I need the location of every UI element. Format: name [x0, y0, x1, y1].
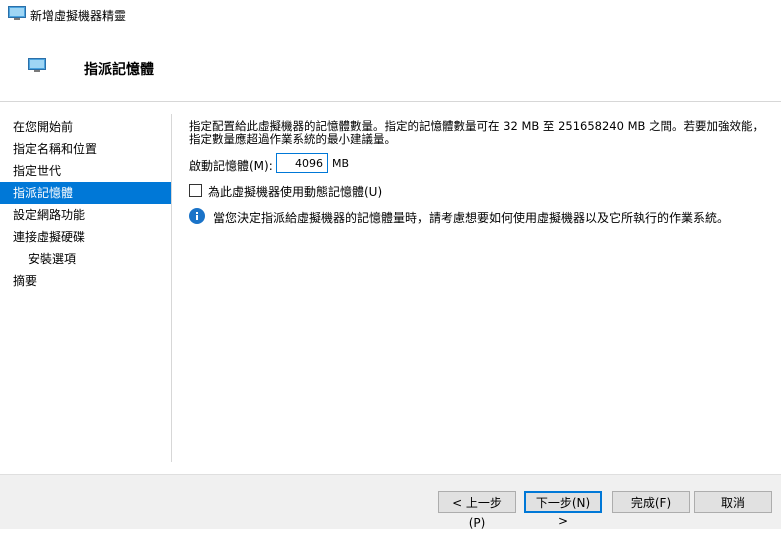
- startup-memory-row: 啟動記憶體(M): MB: [189, 153, 589, 175]
- step-generation[interactable]: 指定世代: [0, 160, 171, 182]
- info-icon: [189, 208, 205, 224]
- memory-unit-label: MB: [332, 157, 350, 170]
- main-content: 指定配置給此虛擬機器的記憶體數量。指定的記憶體數量可在 32 MB 至 2516…: [189, 120, 769, 225]
- next-button[interactable]: 下一步(N) >: [524, 491, 602, 528]
- finish-button[interactable]: 完成(F): [612, 491, 690, 513]
- step-installation-options[interactable]: 安裝選項: [0, 248, 171, 270]
- virtual-machine-icon: [8, 6, 26, 20]
- header-divider: [0, 101, 781, 102]
- description-text: 指定配置給此虛擬機器的記憶體數量。指定的記憶體數量可在 32 MB 至 2516…: [189, 120, 769, 146]
- dynamic-memory-label[interactable]: 為此虛擬機器使用動態記憶體(U): [208, 183, 382, 200]
- info-message: 當您決定指派給虛擬機器的記憶體量時，請考慮想要如何使用虛擬機器以及它所執行的作業…: [189, 208, 769, 228]
- description-line-2: 指定數量應超過作業系統的最小建議量。: [189, 132, 396, 146]
- wizard-header: 指派記憶體: [0, 30, 781, 100]
- button-bar: < 上一步(P) 下一步(N) > 完成(F) 取消: [0, 474, 781, 530]
- wizard-steps-sidebar: 在您開始前 指定名稱和位置 指定世代 指派記憶體 設定網路功能 連接虛擬硬碟 安…: [0, 116, 171, 292]
- sidebar-divider: [171, 114, 172, 462]
- previous-button[interactable]: < 上一步(P): [438, 491, 516, 530]
- startup-memory-input[interactable]: [276, 153, 328, 173]
- step-summary[interactable]: 摘要: [0, 270, 171, 292]
- info-text: 當您決定指派給虛擬機器的記憶體量時，請考慮想要如何使用虛擬機器以及它所執行的作業…: [213, 211, 730, 225]
- title-bar: 新增虛擬機器精靈: [0, 0, 781, 30]
- step-before-you-begin[interactable]: 在您開始前: [0, 116, 171, 138]
- cancel-button[interactable]: 取消: [694, 491, 772, 513]
- step-name-and-location[interactable]: 指定名稱和位置: [0, 138, 171, 160]
- description-line-1: 指定配置給此虛擬機器的記憶體數量。指定的記憶體數量可在 32 MB 至 2516…: [189, 119, 765, 133]
- window-title: 新增虛擬機器精靈: [30, 9, 127, 23]
- step-networking[interactable]: 設定網路功能: [0, 204, 171, 226]
- virtual-machine-icon: [28, 58, 46, 72]
- dynamic-memory-checkbox[interactable]: [189, 184, 202, 197]
- startup-memory-label: 啟動記憶體(M):: [189, 159, 273, 173]
- dynamic-memory-row[interactable]: 為此虛擬機器使用動態記憶體(U): [189, 183, 589, 199]
- step-virtual-hard-disk[interactable]: 連接虛擬硬碟: [0, 226, 171, 248]
- step-assign-memory[interactable]: 指派記憶體: [0, 182, 171, 204]
- page-heading: 指派記憶體: [84, 62, 154, 78]
